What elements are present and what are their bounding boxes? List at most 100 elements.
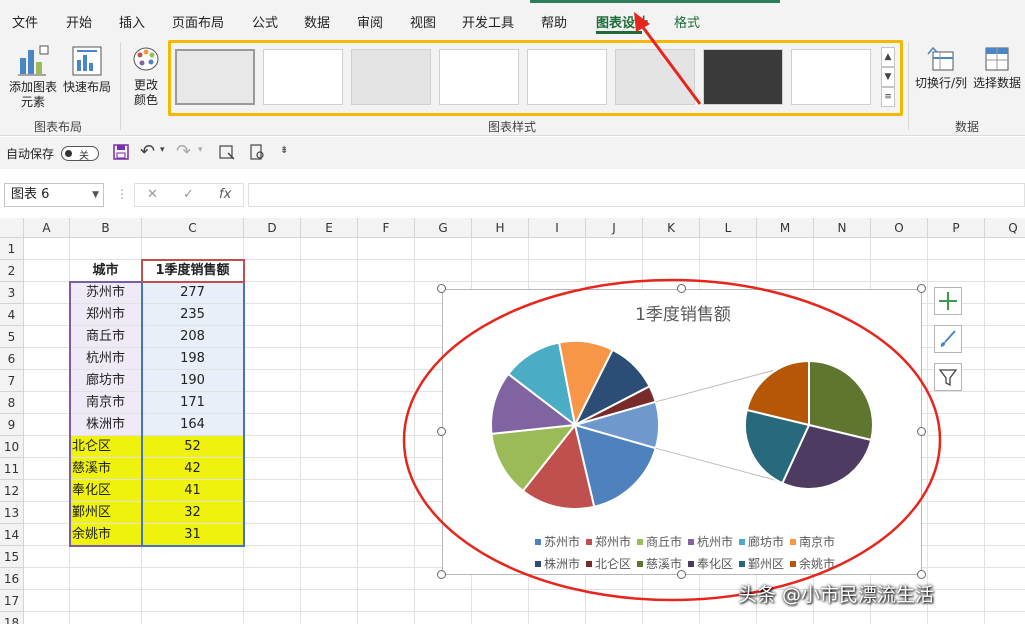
- cell[interactable]: [358, 326, 415, 348]
- cell[interactable]: [358, 458, 415, 480]
- tab-developer[interactable]: 开发工具: [462, 12, 514, 31]
- resize-handle-top[interactable]: [677, 284, 686, 293]
- gallery-scroll-up-icon[interactable]: ▲: [881, 47, 895, 67]
- column-header-m[interactable]: M: [757, 218, 814, 238]
- cell[interactable]: [244, 414, 301, 436]
- column-header-c[interactable]: C: [142, 218, 244, 238]
- resize-handle-left[interactable]: [437, 427, 446, 436]
- cell[interactable]: [700, 612, 757, 624]
- city-cell[interactable]: 余姚市: [70, 524, 142, 546]
- sales-cell[interactable]: 41: [142, 480, 244, 502]
- cell[interactable]: [814, 238, 871, 260]
- cell[interactable]: [928, 458, 985, 480]
- select-all-corner[interactable]: [0, 218, 24, 238]
- cell[interactable]: [928, 612, 985, 624]
- cell[interactable]: [814, 260, 871, 282]
- cell[interactable]: [24, 546, 70, 568]
- cell[interactable]: [24, 590, 70, 612]
- tab-chart-design[interactable]: 图表设计: [596, 12, 648, 31]
- cell[interactable]: [301, 238, 358, 260]
- cell[interactable]: [928, 524, 985, 546]
- cell[interactable]: [358, 370, 415, 392]
- legend-item[interactable]: 株洲市: [534, 555, 580, 572]
- sales-cell[interactable]: 235: [142, 304, 244, 326]
- cell[interactable]: [529, 590, 586, 612]
- cell[interactable]: [301, 568, 358, 590]
- sales-cell[interactable]: 164: [142, 414, 244, 436]
- cancel-icon[interactable]: ✕: [147, 187, 158, 202]
- legend-item[interactable]: 慈溪市: [636, 555, 682, 572]
- cell[interactable]: [142, 568, 244, 590]
- add-chart-element-button[interactable]: 添加图表 元素: [6, 44, 60, 110]
- cell[interactable]: [244, 590, 301, 612]
- row-header-13[interactable]: 13: [0, 502, 24, 524]
- cell[interactable]: [928, 260, 985, 282]
- row-header-2[interactable]: 2: [0, 260, 24, 282]
- cell[interactable]: [301, 370, 358, 392]
- cell[interactable]: [142, 238, 244, 260]
- cell[interactable]: [301, 612, 358, 624]
- cell[interactable]: [301, 546, 358, 568]
- cell[interactable]: [70, 546, 142, 568]
- header-sales-cell[interactable]: 1季度销售额: [142, 260, 244, 282]
- legend-item[interactable]: 余姚市: [790, 555, 835, 572]
- sales-cell[interactable]: 208: [142, 326, 244, 348]
- sales-cell[interactable]: 190: [142, 370, 244, 392]
- chart-style-4[interactable]: [439, 49, 519, 105]
- row-header-18[interactable]: 18: [0, 612, 24, 624]
- cell[interactable]: [70, 568, 142, 590]
- cell[interactable]: [358, 502, 415, 524]
- cell[interactable]: [985, 392, 1025, 414]
- print-preview-icon[interactable]: [248, 143, 266, 164]
- cell[interactable]: [985, 436, 1025, 458]
- cell[interactable]: [24, 524, 70, 546]
- cell[interactable]: [358, 238, 415, 260]
- city-cell[interactable]: 郑州市: [70, 304, 142, 326]
- tab-insert[interactable]: 插入: [119, 12, 145, 31]
- save-as-icon[interactable]: [218, 143, 236, 164]
- cell[interactable]: [244, 348, 301, 370]
- cell[interactable]: [244, 370, 301, 392]
- header-city-cell[interactable]: 城市: [70, 260, 142, 282]
- city-cell[interactable]: 鄞州区: [70, 502, 142, 524]
- customize-qat-icon[interactable]: ⇟: [280, 145, 288, 156]
- cell[interactable]: [358, 524, 415, 546]
- cell[interactable]: [70, 590, 142, 612]
- tab-formulas[interactable]: 公式: [252, 12, 278, 31]
- cell[interactable]: [358, 414, 415, 436]
- tab-help[interactable]: 帮助: [541, 12, 567, 31]
- chart-style-5[interactable]: [527, 49, 607, 105]
- resize-handle-bottom-left[interactable]: [437, 570, 446, 579]
- tab-file[interactable]: 文件: [12, 12, 38, 31]
- cell[interactable]: [529, 612, 586, 624]
- cell[interactable]: [415, 238, 472, 260]
- cell[interactable]: [472, 260, 529, 282]
- cell[interactable]: [301, 260, 358, 282]
- switch-row-column-button[interactable]: 切换行/列: [912, 44, 970, 91]
- cell[interactable]: [301, 348, 358, 370]
- cell[interactable]: [301, 480, 358, 502]
- cell[interactable]: [301, 458, 358, 480]
- formula-input[interactable]: [248, 183, 1025, 207]
- cell[interactable]: [301, 590, 358, 612]
- cell[interactable]: [24, 326, 70, 348]
- save-icon[interactable]: [112, 143, 130, 164]
- cell[interactable]: [529, 260, 586, 282]
- cell[interactable]: [24, 502, 70, 524]
- cell[interactable]: [301, 502, 358, 524]
- row-header-4[interactable]: 4: [0, 304, 24, 326]
- cell[interactable]: [928, 392, 985, 414]
- cell[interactable]: [24, 260, 70, 282]
- cell[interactable]: [643, 260, 700, 282]
- cell[interactable]: [928, 590, 985, 612]
- cell[interactable]: [244, 568, 301, 590]
- city-cell[interactable]: 商丘市: [70, 326, 142, 348]
- sales-cell[interactable]: 42: [142, 458, 244, 480]
- cell[interactable]: [586, 612, 643, 624]
- row-header-15[interactable]: 15: [0, 546, 24, 568]
- cell[interactable]: [24, 304, 70, 326]
- row-header-12[interactable]: 12: [0, 480, 24, 502]
- row-header-16[interactable]: 16: [0, 568, 24, 590]
- legend-item[interactable]: 廊坊市: [739, 533, 784, 550]
- cell[interactable]: [24, 436, 70, 458]
